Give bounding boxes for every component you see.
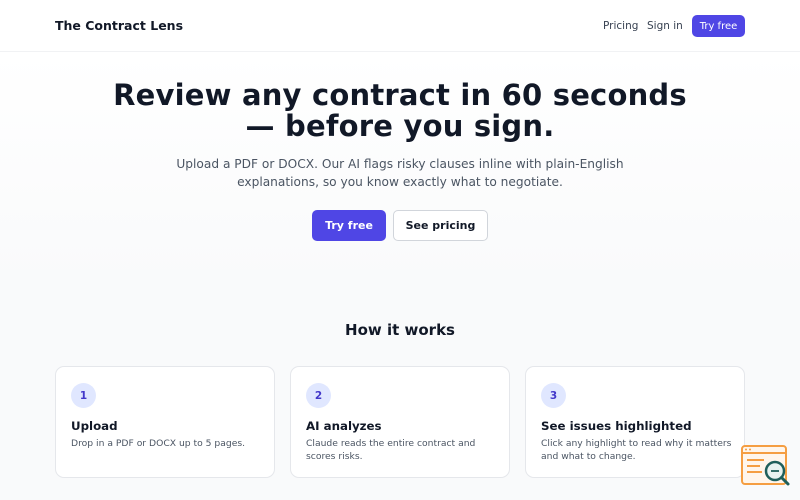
nav-pricing-link[interactable]: Pricing: [603, 20, 638, 32]
step-number-badge: 2: [306, 383, 331, 408]
how-it-works-title: How it works: [345, 321, 455, 339]
hero-title: Review any contract in 60 seconds — befo…: [113, 78, 687, 143]
step-card-upload: 1 Upload Drop in a PDF or DOCX up to 5 p…: [55, 366, 275, 478]
try-free-button[interactable]: Try free: [312, 210, 386, 241]
brand-logo-text[interactable]: The Contract Lens: [55, 18, 183, 33]
nav-try-free-button[interactable]: Try free: [692, 15, 745, 37]
landing-page: The Contract Lens Pricing Sign in Try fr…: [0, 0, 800, 500]
step-number-badge: 3: [541, 383, 566, 408]
see-pricing-button[interactable]: See pricing: [393, 210, 488, 241]
hero-subtitle: Upload a PDF or DOCX. Our AI flags risky…: [176, 157, 624, 189]
step-card-see-issues: 3 See issues highlighted Click any highl…: [525, 366, 745, 478]
top-navigation-bar: The Contract Lens Pricing Sign in Try fr…: [0, 0, 800, 52]
step-number-badge: 1: [71, 383, 96, 408]
step-title: AI analyzes: [306, 419, 382, 433]
search-document-icon[interactable]: [740, 444, 792, 490]
step-description: Drop in a PDF or DOCX up to 5 pages.: [71, 438, 246, 449]
step-card-ai-analyzes: 2 AI analyzes Claude reads the entire co…: [290, 366, 510, 478]
step-description: Click any highlight to read why it matte…: [541, 438, 732, 462]
nav-sign-in-link[interactable]: Sign in: [647, 20, 683, 32]
step-title: Upload: [71, 419, 118, 433]
step-title: See issues highlighted: [541, 419, 692, 433]
step-description: Claude reads the entire contract and sco…: [306, 438, 476, 462]
